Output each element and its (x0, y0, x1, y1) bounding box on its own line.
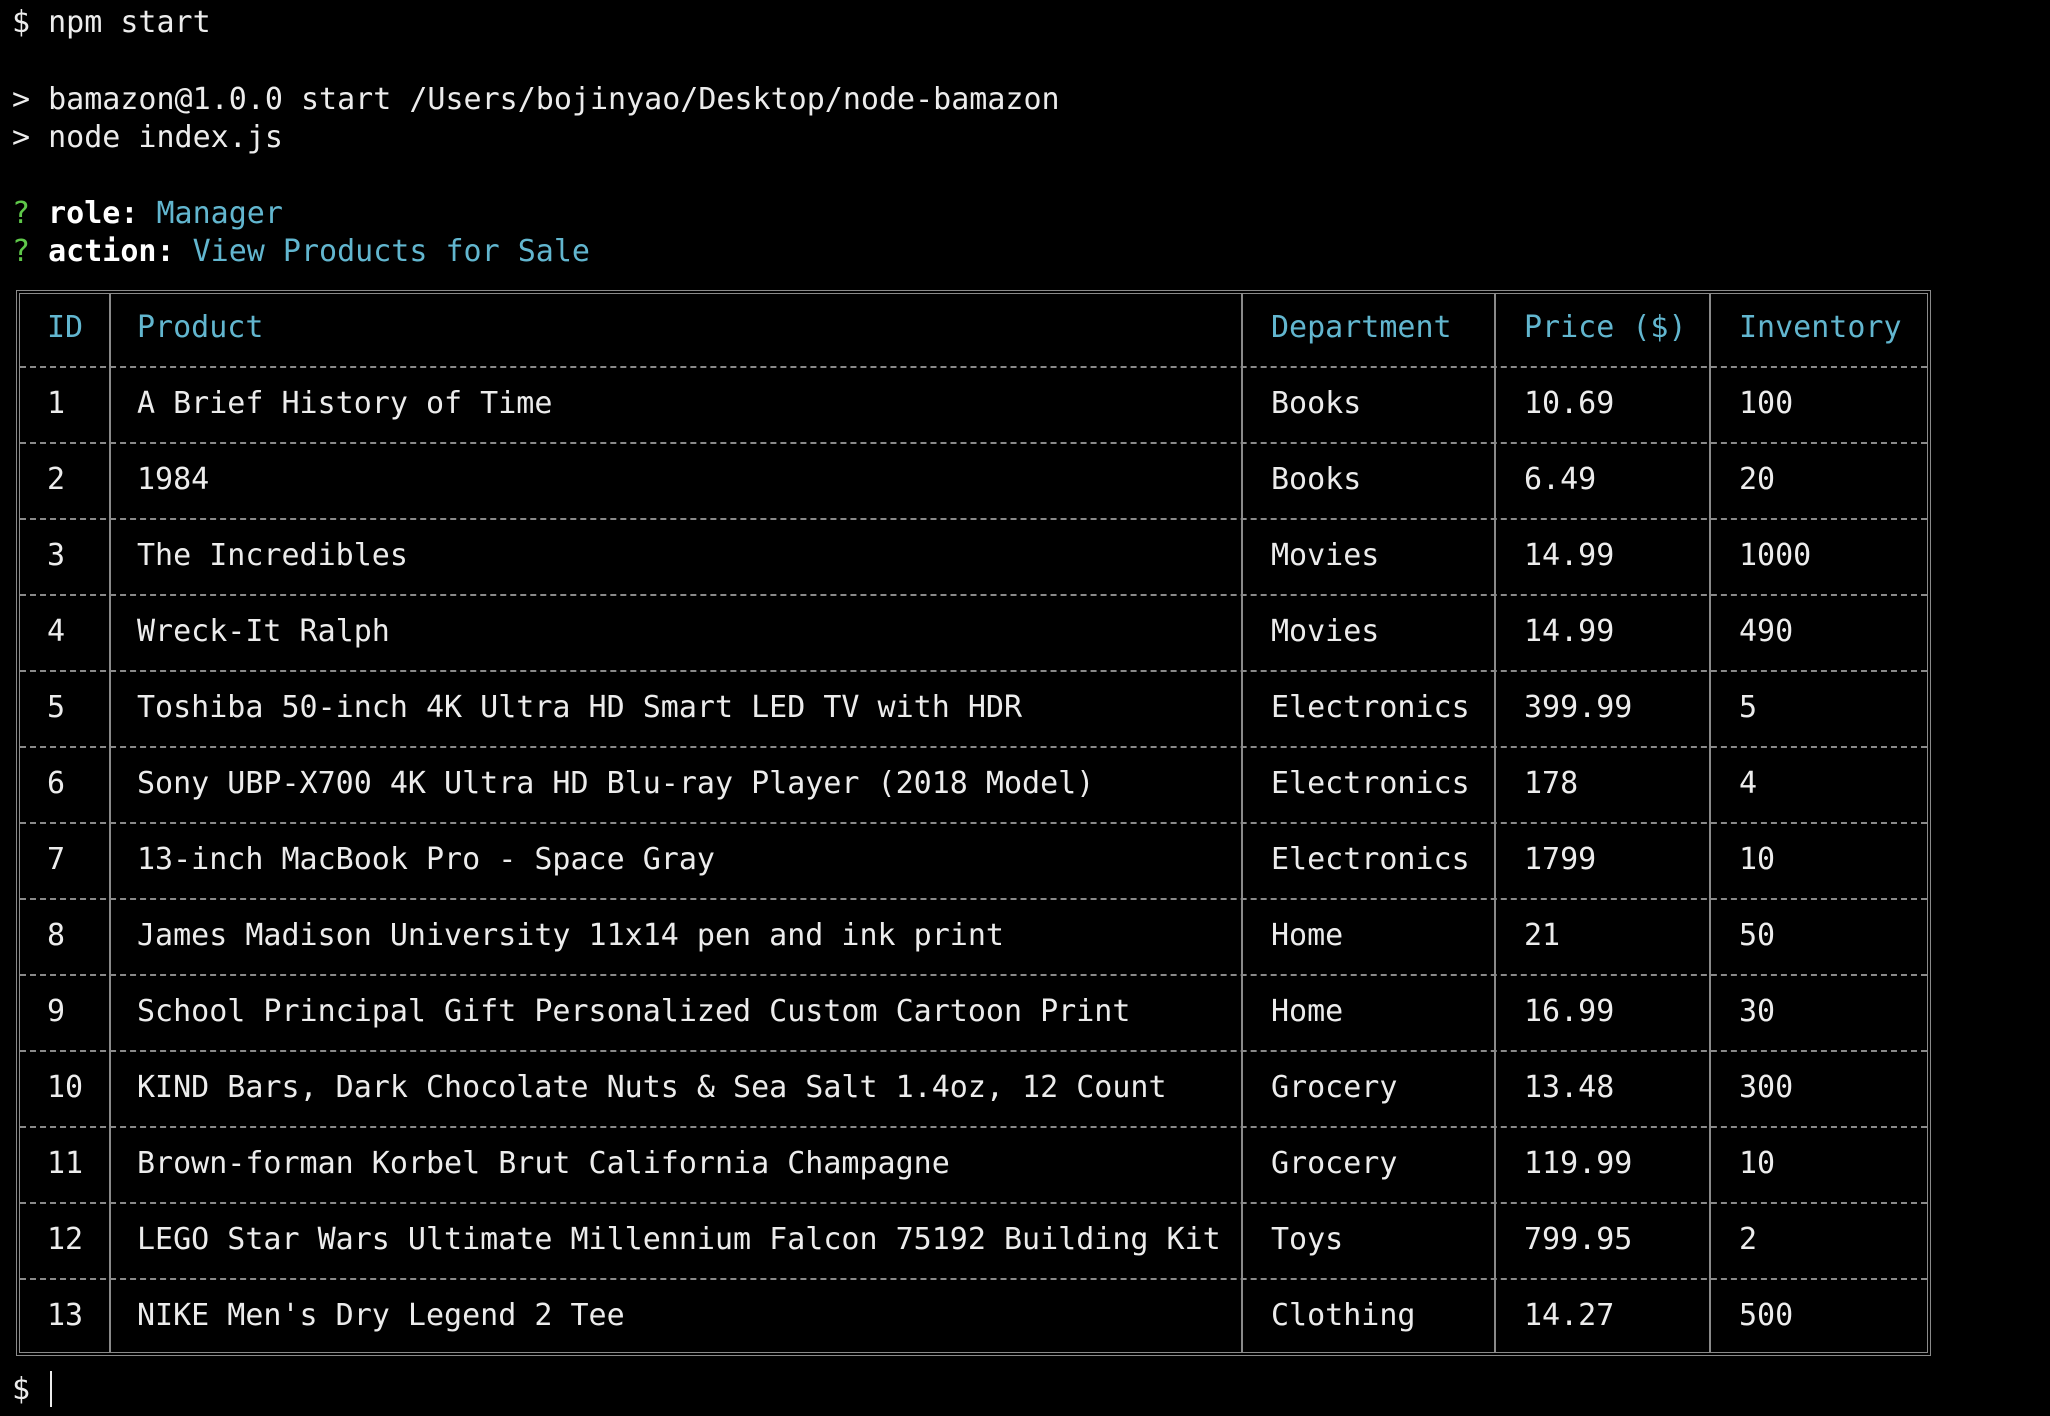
row-separator (20, 898, 1927, 900)
cell-id: 10 (47, 1070, 84, 1105)
cell-product: 13-inch MacBook Pro - Space Gray (137, 842, 715, 877)
cell-id: 8 (47, 918, 66, 953)
cell-id: 13 (47, 1298, 84, 1333)
cell-price: 10.69 (1524, 386, 1615, 421)
cell-id: 11 (47, 1146, 84, 1181)
cell-product: Wreck-It Ralph (137, 614, 390, 649)
script-info-line: > bamazon@1.0.0 start /Users/bojinyao/De… (12, 82, 1060, 117)
text-cursor[interactable] (50, 1371, 52, 1407)
script-command-line: > node index.js (12, 120, 283, 155)
header-price: Price ($) (1524, 310, 1687, 345)
cell-inventory: 100 (1739, 386, 1794, 421)
cell-product: James Madison University 11x14 pen and i… (137, 918, 1004, 953)
cell-product: School Principal Gift Personalized Custo… (137, 994, 1131, 1029)
products-table: ID Product Department Price ($) Inventory 1 A … (16, 290, 1931, 1356)
cell-price: 14.99 (1524, 614, 1615, 649)
role-value: Manager (156, 196, 283, 231)
action-prompt: ? action: View Products for Sale (12, 233, 590, 271)
cell-id: 12 (47, 1222, 84, 1257)
cell-inventory: 5 (1739, 690, 1758, 725)
cell-price: 6.49 (1524, 462, 1597, 497)
cell-department: Movies (1271, 538, 1380, 573)
cell-department: Electronics (1271, 842, 1470, 877)
cell-id: 9 (47, 994, 66, 1029)
cell-inventory: 490 (1739, 614, 1794, 649)
row-separator (20, 822, 1927, 824)
cell-department: Books (1271, 386, 1362, 421)
cell-price: 799.95 (1524, 1222, 1633, 1257)
row-separator (20, 1202, 1927, 1204)
row-separator (20, 518, 1927, 520)
cell-product: KIND Bars, Dark Chocolate Nuts & Sea Sal… (137, 1070, 1167, 1105)
cell-id: 2 (47, 462, 66, 497)
cell-department: Books (1271, 462, 1362, 497)
cell-price: 119.99 (1524, 1146, 1633, 1181)
cell-department: Clothing (1271, 1298, 1416, 1333)
cell-price: 13.48 (1524, 1070, 1615, 1105)
cell-price: 14.99 (1524, 538, 1615, 573)
row-separator (20, 1050, 1927, 1052)
shell-prompt: $ (12, 1372, 31, 1407)
cell-price: 21 (1524, 918, 1561, 953)
cell-id: 3 (47, 538, 66, 573)
cell-id: 6 (47, 766, 66, 801)
cell-price: 14.27 (1524, 1298, 1615, 1333)
cell-inventory: 2 (1739, 1222, 1758, 1257)
command-line: $ npm start (12, 5, 211, 40)
cell-id: 7 (47, 842, 66, 877)
cell-product: The Incredibles (137, 538, 408, 573)
cell-id: 1 (47, 386, 66, 421)
cell-department: Movies (1271, 614, 1380, 649)
row-separator (20, 670, 1927, 672)
role-label: role: (48, 196, 139, 231)
cell-product: Brown-forman Korbel Brut California Cham… (137, 1146, 950, 1181)
row-separator (20, 366, 1927, 368)
cell-department: Electronics (1271, 766, 1470, 801)
cell-department: Electronics (1271, 690, 1470, 725)
cell-price: 178 (1524, 766, 1579, 801)
cell-id: 4 (47, 614, 66, 649)
cell-product: 1984 (137, 462, 210, 497)
cell-department: Home (1271, 994, 1344, 1029)
cell-inventory: 20 (1739, 462, 1776, 497)
cell-department: Home (1271, 918, 1344, 953)
cell-inventory: 1000 (1739, 538, 1812, 573)
question-mark: ? (12, 234, 31, 269)
cell-product: A Brief History of Time (137, 386, 553, 421)
row-separator (20, 746, 1927, 748)
cell-department: Toys (1271, 1222, 1344, 1257)
cell-product: Sony UBP-X700 4K Ultra HD Blu-ray Player… (137, 766, 1095, 801)
cell-product: Toshiba 50-inch 4K Ultra HD Smart LED TV… (137, 690, 1023, 725)
cell-department: Grocery (1271, 1146, 1398, 1181)
row-separator (20, 974, 1927, 976)
action-value: View Products for Sale (192, 234, 590, 269)
question-mark: ? (12, 196, 31, 231)
cell-price: 16.99 (1524, 994, 1615, 1029)
header-department: Department (1271, 310, 1452, 345)
cell-id: 5 (47, 690, 66, 725)
row-separator (20, 1126, 1927, 1128)
cell-inventory: 10 (1739, 1146, 1776, 1181)
cell-inventory: 10 (1739, 842, 1776, 877)
cell-product: LEGO Star Wars Ultimate Millennium Falco… (137, 1222, 1221, 1257)
cell-inventory: 30 (1739, 994, 1776, 1029)
row-separator (20, 442, 1927, 444)
cell-product: NIKE Men's Dry Legend 2 Tee (137, 1298, 625, 1333)
cell-inventory: 4 (1739, 766, 1758, 801)
action-label: action: (48, 234, 175, 269)
cell-inventory: 50 (1739, 918, 1776, 953)
header-product: Product (137, 310, 264, 345)
role-prompt: ? role: Manager (12, 195, 283, 233)
cell-inventory: 300 (1739, 1070, 1794, 1105)
cell-department: Grocery (1271, 1070, 1398, 1105)
cell-price: 1799 (1524, 842, 1597, 877)
cell-price: 399.99 (1524, 690, 1633, 725)
cell-inventory: 500 (1739, 1298, 1794, 1333)
header-id: ID (47, 310, 84, 345)
header-inventory: Inventory (1739, 310, 1902, 345)
row-separator (20, 1278, 1927, 1280)
row-separator (20, 594, 1927, 596)
